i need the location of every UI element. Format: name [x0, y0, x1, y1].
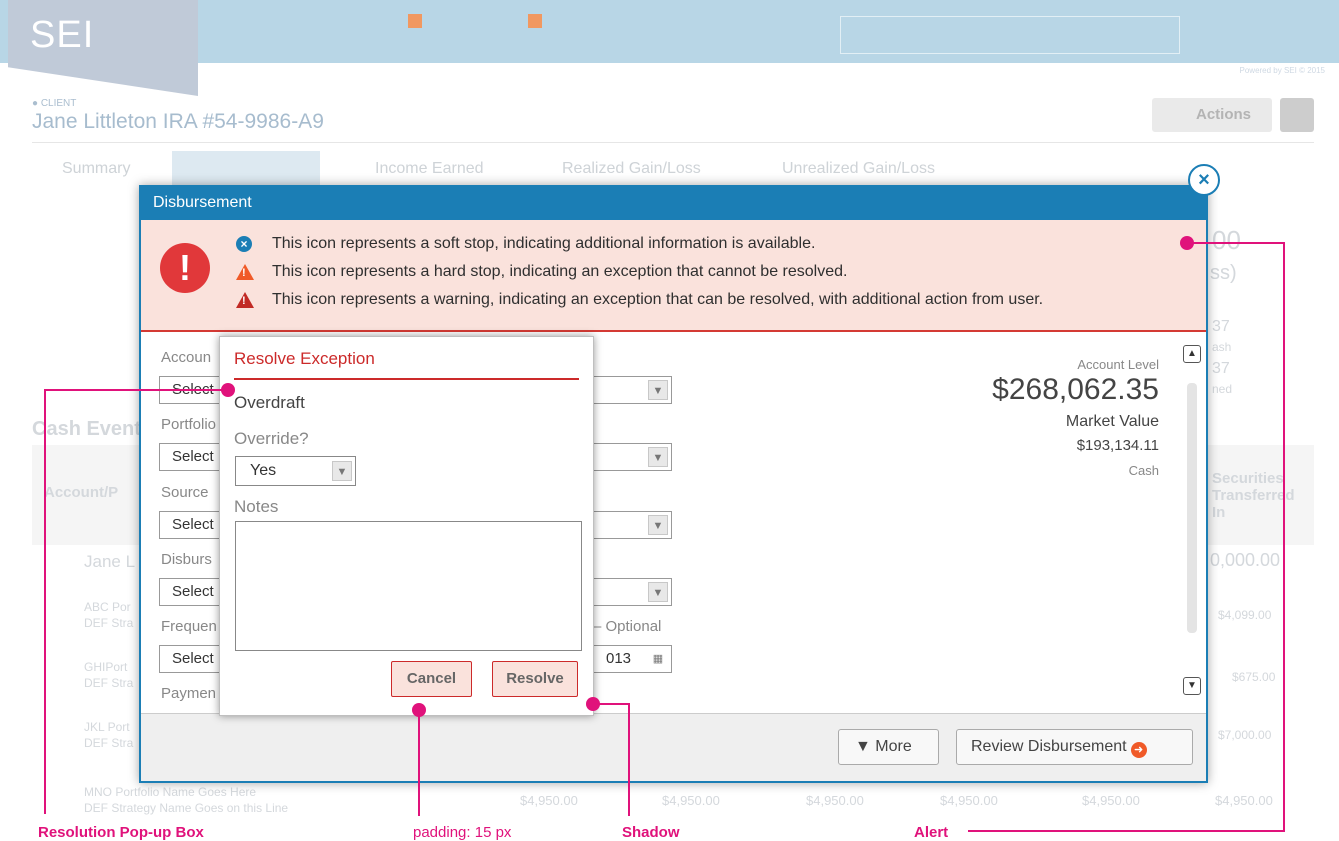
callout-label-popup: Resolution Pop-up Box [38, 824, 204, 841]
chevron-down-icon: ▼ [648, 380, 668, 400]
callout-line [44, 389, 46, 814]
resolve-exception-popup: Resolve Exception Overdraft Override? Ye… [219, 336, 594, 716]
more-button[interactable]: ▼ More [838, 729, 939, 765]
cancel-button[interactable]: Cancel [391, 661, 472, 697]
modal-title: Disbursement [141, 187, 1206, 220]
callout-line [968, 830, 1285, 832]
override-select[interactable]: Yes ▼ [235, 456, 356, 486]
scroll-thumb[interactable] [1187, 383, 1197, 633]
exception-name: Overdraft [234, 393, 305, 412]
scroll-down-icon[interactable]: ▼ [1183, 677, 1201, 695]
resolve-button[interactable]: Resolve [492, 661, 578, 697]
notes-textarea[interactable] [235, 521, 582, 651]
popup-title: Resolve Exception [234, 349, 375, 368]
field-label-account: Accoun [161, 349, 212, 366]
field-label-portfolio: Portfolio [161, 416, 217, 433]
callout-dot-popup [221, 383, 235, 397]
optional-label: – Optional [593, 618, 662, 635]
cash-label: Cash [1128, 463, 1159, 478]
hard-stop-icon: ! [236, 264, 254, 280]
field-label-source: Source [161, 484, 209, 501]
scroll-up-icon[interactable]: ▲ [1183, 345, 1201, 363]
callout-line [592, 703, 630, 705]
cash-amount: $193,134.11 [1076, 437, 1159, 454]
callout-label-shadow: Shadow [622, 824, 680, 841]
alert-banner: ! × This icon represents a soft stop, in… [141, 220, 1206, 332]
override-label: Override? [234, 429, 309, 448]
callout-line [418, 710, 420, 816]
field-label-disbursement: Disburs [161, 551, 212, 568]
notes-label: Notes [234, 497, 279, 516]
field-label-frequency: Frequen [161, 618, 217, 635]
exclamation-icon: ! [160, 243, 210, 293]
callout-line [628, 703, 630, 816]
callout-line [1283, 242, 1285, 832]
chevron-down-icon: ▼ [332, 461, 352, 481]
chevron-down-icon: ▼ [648, 582, 668, 602]
account-level-label: Account Level [1077, 357, 1159, 372]
callout-line [1187, 242, 1285, 244]
divider [234, 378, 579, 380]
date-input[interactable]: 013 ▦ [593, 645, 672, 673]
callout-line [44, 389, 222, 391]
close-icon[interactable]: × [1188, 164, 1220, 196]
chevron-down-icon: ▼ [648, 447, 668, 467]
market-value-label: Market Value [1065, 413, 1159, 430]
field-label-payment: Paymen [161, 685, 217, 702]
market-value-amount: $268,062.35 [992, 373, 1159, 406]
review-disbursement-button[interactable]: Review Disbursement ➜ [956, 729, 1193, 765]
scrollbar[interactable]: ▲ ▼ [1183, 345, 1203, 697]
warning-icon: ! [236, 292, 254, 308]
chevron-down-icon: ▼ [855, 738, 871, 755]
callout-label-alert: Alert [914, 824, 949, 841]
calendar-icon[interactable]: ▦ [648, 649, 668, 669]
modal-footer: ▼ More Review Disbursement ➜ [141, 713, 1206, 781]
callout-label-padding: padding: 15 px [413, 824, 512, 841]
chevron-down-icon: ▼ [648, 515, 668, 535]
soft-stop-icon: × [236, 236, 252, 252]
arrow-right-icon: ➜ [1130, 742, 1147, 758]
